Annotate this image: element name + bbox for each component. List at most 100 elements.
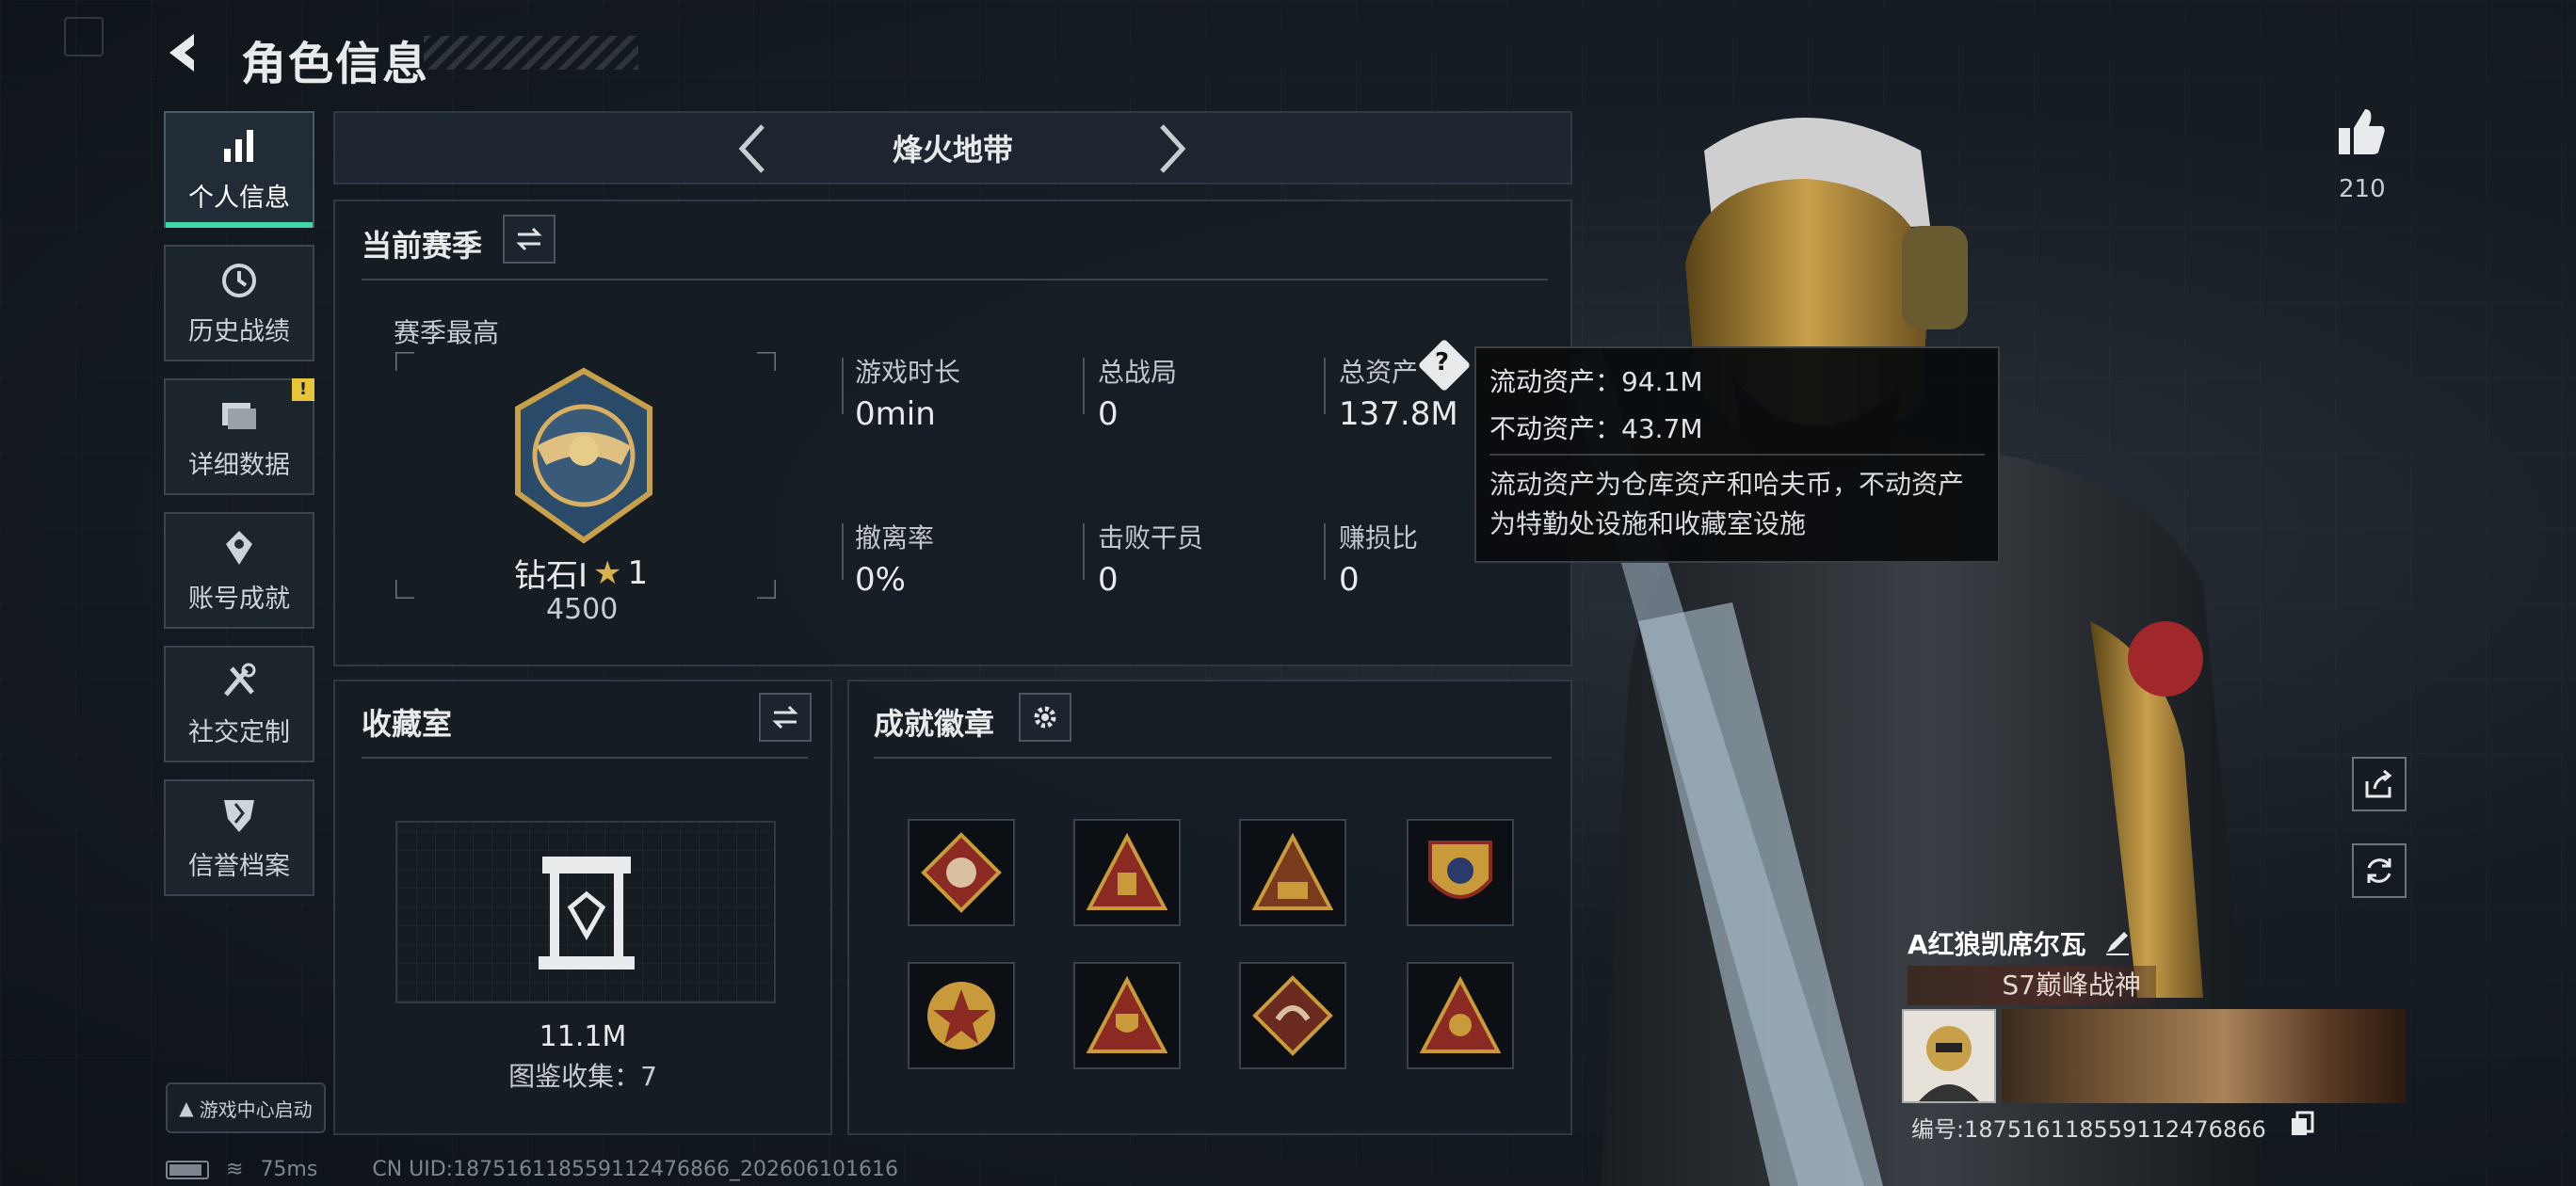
shield-star-badge-icon bbox=[1428, 841, 1492, 899]
diamond-rank-medal-icon bbox=[515, 367, 652, 544]
sidebar-item-label: 信誉档案 bbox=[188, 851, 290, 881]
shield-icon bbox=[224, 799, 254, 832]
avatar[interactable] bbox=[1902, 1009, 1996, 1103]
stat-kills-value: 0 bbox=[1098, 561, 1119, 599]
assets-tooltip: 流动资产：94.1M 不动资产：43.7M 流动资产为仓库资产和哈夫币，不动资产… bbox=[1474, 346, 2000, 563]
sidebar-item-label: 社交定制 bbox=[188, 717, 290, 747]
next-mode-chevron-icon[interactable] bbox=[1141, 120, 1198, 177]
sidebar-item-social[interactable]: 社交定制 bbox=[164, 646, 314, 762]
sidebar-item-credit[interactable]: 信誉档案 bbox=[164, 779, 314, 896]
page-title: 角色信息 bbox=[241, 38, 430, 90]
season-highest-label: 赛季最高 bbox=[394, 317, 500, 348]
title-stripe-deco bbox=[424, 36, 638, 70]
achievement-badge-1[interactable] bbox=[908, 819, 1015, 926]
star-medal-badge-icon bbox=[927, 982, 995, 1050]
wolf-diamond-badge-icon bbox=[921, 832, 1002, 913]
tooltip-liquid-assets: 流动资产：94.1M bbox=[1489, 366, 1703, 397]
badges-title: 成就徽章 bbox=[874, 706, 995, 742]
mode-selector: 烽火地带 bbox=[333, 111, 1572, 184]
collection-catalog: 图鉴收集：7 bbox=[508, 1061, 657, 1092]
back-arrow-icon[interactable] bbox=[162, 28, 211, 77]
help-icon-glyph: ? bbox=[1435, 348, 1450, 377]
operator-avatar-icon bbox=[1904, 1011, 1994, 1101]
bell-icon: ▲ bbox=[179, 1097, 194, 1119]
player-banner[interactable] bbox=[2002, 1009, 2407, 1103]
ping-value: 75ms bbox=[260, 1158, 318, 1181]
stat-assets-label: 总资产 bbox=[1339, 357, 1419, 388]
collection-panel: 收藏室 11.1M 图鉴收集：7 bbox=[333, 680, 832, 1135]
achievement-icon bbox=[226, 530, 252, 565]
stat-matches-value: 0 bbox=[1098, 395, 1119, 433]
gear-icon bbox=[1034, 706, 1056, 729]
sidebar-item-label: 详细数据 bbox=[188, 450, 290, 480]
soldier-triangle-badge-icon bbox=[1419, 975, 1502, 1053]
folder-icon bbox=[222, 402, 256, 429]
rank-score: 4500 bbox=[546, 593, 619, 626]
achievement-badge-3[interactable] bbox=[1239, 819, 1346, 926]
stat-extract-rate-value: 0% bbox=[855, 561, 906, 599]
star-icon: ★ bbox=[593, 553, 622, 592]
season-title: 当前赛季 bbox=[362, 228, 483, 264]
stat-kills-label: 击败干员 bbox=[1098, 522, 1204, 553]
trophy-triangle-badge-icon bbox=[1086, 975, 1168, 1053]
triangle-badge-icon bbox=[1086, 832, 1168, 910]
stat-profit-ratio-label: 赚损比 bbox=[1339, 522, 1419, 553]
share-button[interactable] bbox=[2352, 757, 2407, 811]
swap-arrows-icon bbox=[516, 227, 542, 251]
rank-stars: 1 bbox=[627, 553, 649, 592]
sidebar-item-achievements[interactable]: 账号成就 bbox=[164, 512, 314, 629]
share-icon bbox=[2365, 769, 2392, 798]
bar-chart-icon bbox=[224, 129, 253, 162]
stat-profit-ratio-value: 0 bbox=[1339, 561, 1360, 599]
achievement-badge-2[interactable] bbox=[1073, 819, 1181, 926]
badges-settings-button[interactable] bbox=[1019, 693, 1071, 742]
stat-extract-rate-label: 撤离率 bbox=[855, 522, 935, 553]
tools-icon bbox=[224, 663, 256, 697]
likes-count: 210 bbox=[2339, 175, 2386, 203]
sidebar-item-personal-info[interactable]: 个人信息 bbox=[164, 111, 314, 228]
player-name: A红狼凯席尔瓦 bbox=[1908, 929, 2086, 960]
sidebar-item-label: 个人信息 bbox=[188, 183, 290, 213]
achievement-badge-5[interactable] bbox=[908, 962, 1015, 1069]
achievement-badge-7[interactable] bbox=[1239, 962, 1346, 1069]
edit-pencil-icon[interactable] bbox=[2103, 928, 2132, 956]
history-clock-icon bbox=[222, 263, 256, 297]
thumbs-up-icon[interactable] bbox=[2335, 105, 2388, 158]
season-switch-button[interactable] bbox=[503, 215, 555, 264]
stat-playtime-label: 游戏时长 bbox=[855, 357, 961, 388]
tooltip-fixed-assets: 不动资产：43.7M bbox=[1489, 413, 1703, 444]
game-center-button[interactable]: ▲ 游戏中心启动 bbox=[166, 1082, 326, 1133]
achievement-badge-6[interactable] bbox=[1073, 962, 1181, 1069]
stat-matches-label: 总战局 bbox=[1098, 357, 1178, 388]
corner-deco bbox=[64, 17, 104, 56]
mode-title: 烽火地带 bbox=[892, 132, 1013, 168]
rank-row: 钻石Ⅰ ★ 1 bbox=[514, 550, 648, 596]
refresh-icon bbox=[2367, 858, 2391, 883]
swap-arrows-icon bbox=[772, 705, 798, 729]
player-uid: 编号:1875161185591124768​66 bbox=[1911, 1116, 2266, 1143]
collection-display[interactable] bbox=[395, 821, 776, 1003]
dragon-diamond-badge-icon bbox=[1252, 975, 1333, 1056]
player-title-tag: S7巅峰战神 bbox=[1908, 966, 2156, 1005]
sidebar-item-details[interactable]: 详细数据 ! bbox=[164, 378, 314, 495]
sidebar-item-label: 历史战绩 bbox=[188, 316, 290, 346]
display-case-icon bbox=[539, 857, 635, 970]
collection-title: 收藏室 bbox=[362, 706, 453, 742]
rank-name: 钻石Ⅰ bbox=[514, 557, 588, 595]
battery-icon bbox=[166, 1160, 209, 1179]
copy-icon[interactable] bbox=[2290, 1111, 2314, 1137]
full-uid: CN UID:1875161185591124768​66_2026061016… bbox=[372, 1158, 898, 1181]
achievement-badge-4[interactable] bbox=[1407, 819, 1514, 926]
tooltip-desc-line1: 流动资产为仓库资产和哈夫币，不动资产 bbox=[1489, 469, 1965, 500]
achievement-badge-8[interactable] bbox=[1407, 962, 1514, 1069]
status-bar: ≋ 75ms CN UID:1875161185591124768​66_202… bbox=[166, 1158, 898, 1181]
sidebar-item-label: 账号成就 bbox=[188, 584, 290, 614]
refresh-button[interactable] bbox=[2352, 843, 2407, 898]
collection-value: 11.1M bbox=[539, 1020, 627, 1053]
tooltip-desc-line2: 为特勤处设施和收藏室设施 bbox=[1489, 508, 1807, 539]
sidebar-item-history[interactable]: 历史战绩 bbox=[164, 245, 314, 361]
warning-badge: ! bbox=[292, 378, 314, 401]
s6-triangle-badge-icon bbox=[1251, 832, 1334, 910]
stat-playtime-value: 0min bbox=[855, 395, 936, 433]
collection-switch-button[interactable] bbox=[759, 693, 812, 742]
